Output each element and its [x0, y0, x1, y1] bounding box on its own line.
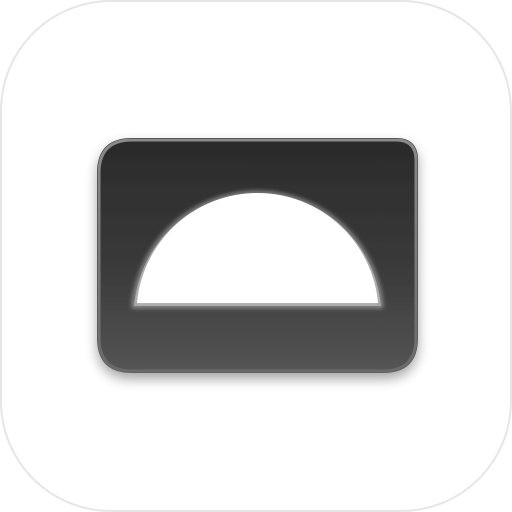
- app-icon-canvas: [0, 0, 512, 512]
- protractor-icon: [97, 138, 418, 373]
- app-icon[interactable]: [0, 0, 512, 512]
